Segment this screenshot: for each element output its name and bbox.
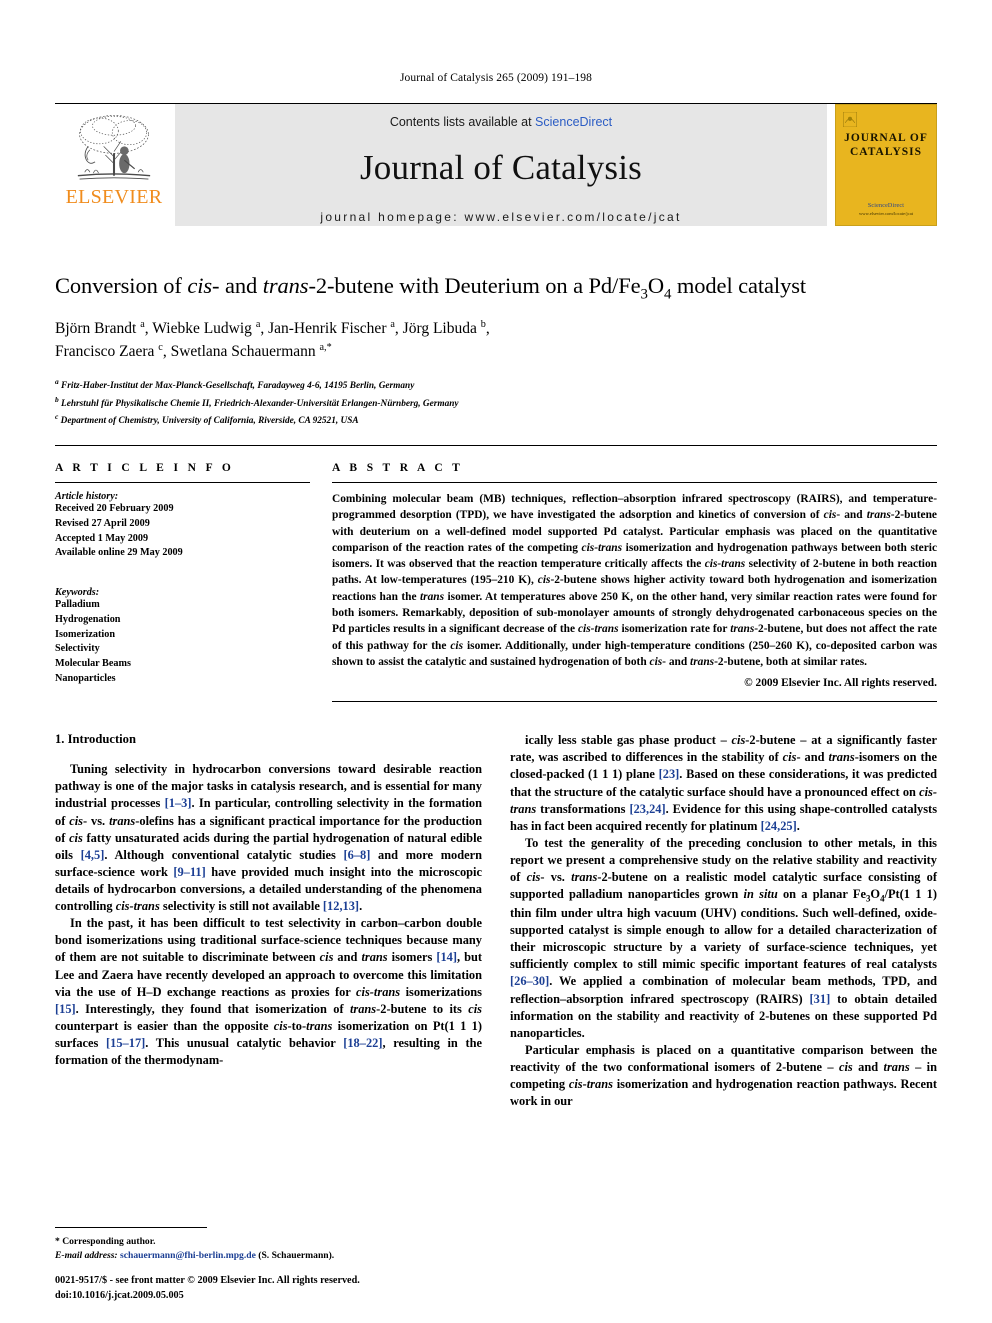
body-column-left: 1. Introduction Tuning selectivity in hy… [55,732,482,1110]
abstract-copyright: © 2009 Elsevier Inc. All rights reserved… [744,677,937,690]
abstract-text: Combining molecular beam (MB) techniques… [332,492,938,668]
affiliation-0: a Fritz-Haber-Institut der Max-Planck-Ge… [55,377,415,392]
issn-copyright-block: 0021-9517/$ - see front matter © 2009 El… [55,1274,360,1303]
sciencedirect-link[interactable]: ScienceDirect [535,115,612,129]
email-owner: (S. Schauermann). [258,1250,335,1262]
title-block: Conversion of cis- and trans-2-butene wi… [55,272,937,428]
affiliation-2: c Department of Chemistry, University of… [55,411,359,426]
cover-sciencedirect-label: ScienceDirect [867,203,905,210]
article-history-list: Received 20 February 2009 Revised 27 Apri… [55,502,310,561]
email-note: E-mail address: schauermann@fhi-berlin.m… [55,1249,490,1263]
section-heading-introduction: 1. Introduction [55,732,136,747]
journal-homepage-link[interactable]: journal homepage: www.elsevier.com/locat… [320,210,681,224]
author-list: Björn Brandt a, Wiebke Ludwig a, Jan-Hen… [55,319,490,360]
contents-prefix: Contents lists available at [389,115,536,129]
elsevier-tree-icon [77,115,151,180]
history-item-2: Accepted 1 May 2009 [55,532,149,544]
paragraph-0: ically less stable gas phase product – c… [510,733,938,833]
cover-elsevier-icon [843,112,857,127]
footnote-divider [55,1227,207,1229]
article-history-label: Article history: [55,490,119,502]
email-label: E-mail address: [55,1250,118,1262]
keywords-label: Keywords: [55,587,100,599]
keywords-block: Keywords: Palladium Hydrogenation Isomeriz… [55,587,310,687]
journal-title: Journal of Catalysis [359,148,643,187]
body-columns: 1. Introduction Tuning selectivity in hy… [55,732,937,1110]
abstract-heading: A B S T R A C T [332,461,464,474]
page-title: Conversion of cis- and trans-2-butene wi… [55,273,807,303]
keyword-0: Palladium [55,599,100,611]
journal-masthead: ELSEVIER Contents lists available at Sci… [55,103,937,226]
abstract-column: A B S T R A C T Combining molecular beam… [332,461,938,703]
keyword-5: Nanoparticles [55,672,116,684]
body-column-right: ically less stable gas phase product – c… [510,732,937,1110]
article-info-heading: A R T I C L E I N F O [55,461,235,474]
elsevier-wordmark: ELSEVIER [65,186,163,208]
right-column-paragraphs: ically less stable gas phase product – c… [510,732,937,1110]
paragraph-1: In the past, it has been difficult to te… [55,916,483,1068]
affiliation-1: b Lehrstuhl für Physikalische Chemie II,… [55,394,459,409]
running-head: Journal of Catalysis 265 (2009) 191–198 [399,72,593,84]
cover-footer: ScienceDirect www.elsevier.com/locate/jc… [836,202,936,218]
affiliation-list: a Fritz-Haber-Institut der Max-Planck-Ge… [55,376,937,428]
paragraph-1: To test the generality of the preceding … [510,835,938,1040]
paper-page: Journal of Catalysis 265 (2009) 191–198 [0,0,992,1323]
abstract-divider [332,481,937,483]
cover-url-label: www.elsevier.com/locate/jcat [858,211,914,217]
history-item-1: Revised 27 April 2009 [55,517,150,529]
author-email-link[interactable]: schauermann@fhi-berlin.mpg.de [120,1250,256,1261]
article-info-divider [55,481,310,483]
keyword-3: Selectivity [55,643,100,655]
info-abstract-section: A R T I C L E I N F O Article history: R… [55,444,938,703]
paragraph-0: Tuning selectivity in hydrocarbon conver… [55,762,483,914]
history-item-0: Received 20 February 2009 [55,502,174,514]
issn-line: 0021-9517/$ - see front matter © 2009 El… [55,1275,360,1287]
keyword-2: Isomerization [55,628,115,640]
abstract-bottom-divider [332,701,937,703]
keywords-list: Palladium Hydrogenation Isomerization Selec… [55,598,310,687]
article-info-column: A R T I C L E I N F O Article history: R… [55,462,310,702]
cover-title-line1: JOURNAL OF [844,132,928,144]
cover-title: JOURNAL OF CATALYSIS [844,131,928,160]
paragraph-2: Particular emphasis is placed on a quant… [510,1042,937,1109]
journal-cover-thumbnail[interactable]: JOURNAL OF CATALYSIS ScienceDirect www.e… [835,104,937,226]
cover-title-line2: CATALYSIS [849,146,923,159]
left-column-paragraphs: Tuning selectivity in hydrocarbon conver… [55,761,482,1069]
doi-line: doi:10.1016/j.jcat.2009.05.005 [55,1289,184,1301]
keyword-1: Hydrogenation [55,613,121,625]
contents-available-line: Contents lists available at ScienceDirec… [390,115,612,129]
history-item-3: Available online 29 May 2009 [55,547,183,559]
keyword-4: Molecular Beams [55,658,131,670]
masthead-center: Contents lists available at ScienceDirec… [175,104,827,226]
footnote-area: * Corresponding author. E-mail address: … [55,1227,490,1263]
elsevier-logo: ELSEVIER [55,104,173,226]
corresponding-author-note: * Corresponding author. [55,1236,156,1248]
